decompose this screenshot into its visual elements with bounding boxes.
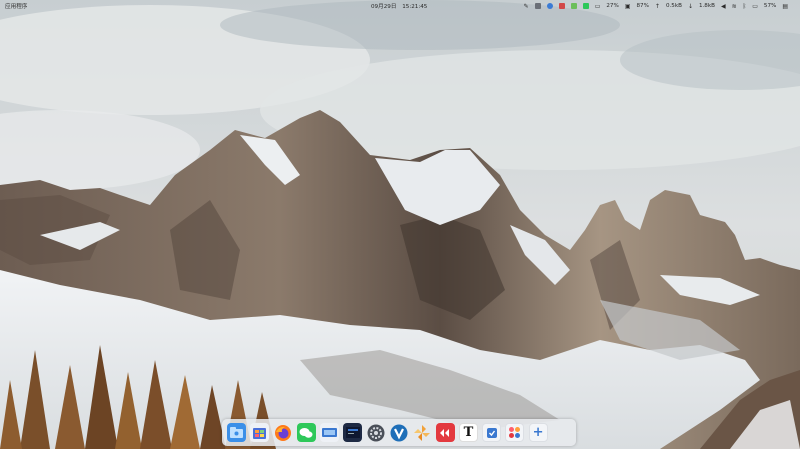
pen-icon[interactable]: ✎ xyxy=(524,3,529,10)
top-bar: 应用程序 09月29日 15:21:45 ✎ ▭ 27% ▣ 87% ↑ 0.5… xyxy=(0,0,800,12)
wifi-icon[interactable]: ≋ xyxy=(732,3,737,10)
cpu-usage: 87% xyxy=(636,3,649,9)
pinwheel-app-icon[interactable] xyxy=(413,423,432,442)
wechat-tray-icon[interactable] xyxy=(582,3,589,9)
desktop: 应用程序 09月29日 15:21:45 ✎ ▭ 27% ▣ 87% ↑ 0.5… xyxy=(0,0,800,449)
download-arrow-icon: ↓ xyxy=(687,2,693,10)
clock[interactable]: 09月29日 15:21:45 xyxy=(371,2,431,10)
remote-desktop-icon[interactable] xyxy=(319,423,339,442)
upload-speed: 0.5kB xyxy=(665,3,682,9)
upload-arrow-icon: ↑ xyxy=(654,2,660,10)
sync-icon[interactable] xyxy=(570,3,577,9)
video-app-icon[interactable] xyxy=(435,423,455,442)
battery-percent: 27% xyxy=(606,3,619,9)
settings-icon[interactable] xyxy=(366,423,385,442)
system-tray: ✎ ▭ 27% ▣ 87% ↑ 0.5kB ↓ 1.8kB ◀ ≋ ᛒ ▭ 57… xyxy=(524,1,794,11)
applications-menu[interactable]: 应用程序 xyxy=(5,2,27,10)
bluetooth-icon[interactable]: ᛒ xyxy=(743,3,747,10)
installer-icon[interactable] xyxy=(482,423,502,442)
file-manager-icon[interactable] xyxy=(227,423,247,442)
shield-icon[interactable] xyxy=(558,3,565,9)
app-grid-icon[interactable] xyxy=(505,423,525,442)
typora-icon[interactable]: T xyxy=(458,423,478,442)
clock-date: 09月29日 xyxy=(371,4,397,10)
battery-charge-icon[interactable]: ▭ xyxy=(752,3,758,10)
v-app-icon[interactable] xyxy=(389,423,408,442)
firefox-icon[interactable] xyxy=(273,423,292,442)
battery-icon[interactable]: ▭ xyxy=(595,3,601,10)
battery-charge-percent: 57% xyxy=(763,3,777,9)
dock: T + xyxy=(222,419,576,446)
app-store-icon[interactable] xyxy=(250,423,270,442)
wallpaper xyxy=(0,0,800,449)
chrome-icon[interactable] xyxy=(546,3,553,9)
notification-icon[interactable]: ▤ xyxy=(782,3,788,10)
volume-icon[interactable]: ◀ xyxy=(721,3,726,10)
network-app-icon[interactable] xyxy=(534,3,541,9)
download-speed: 1.8kB xyxy=(698,3,715,9)
clock-time: 15:21:45 xyxy=(402,4,428,10)
wechat-icon[interactable] xyxy=(296,423,316,442)
add-icon[interactable]: + xyxy=(528,423,548,442)
cpu-icon[interactable]: ▣ xyxy=(625,3,631,10)
terminal-icon[interactable] xyxy=(343,423,363,442)
